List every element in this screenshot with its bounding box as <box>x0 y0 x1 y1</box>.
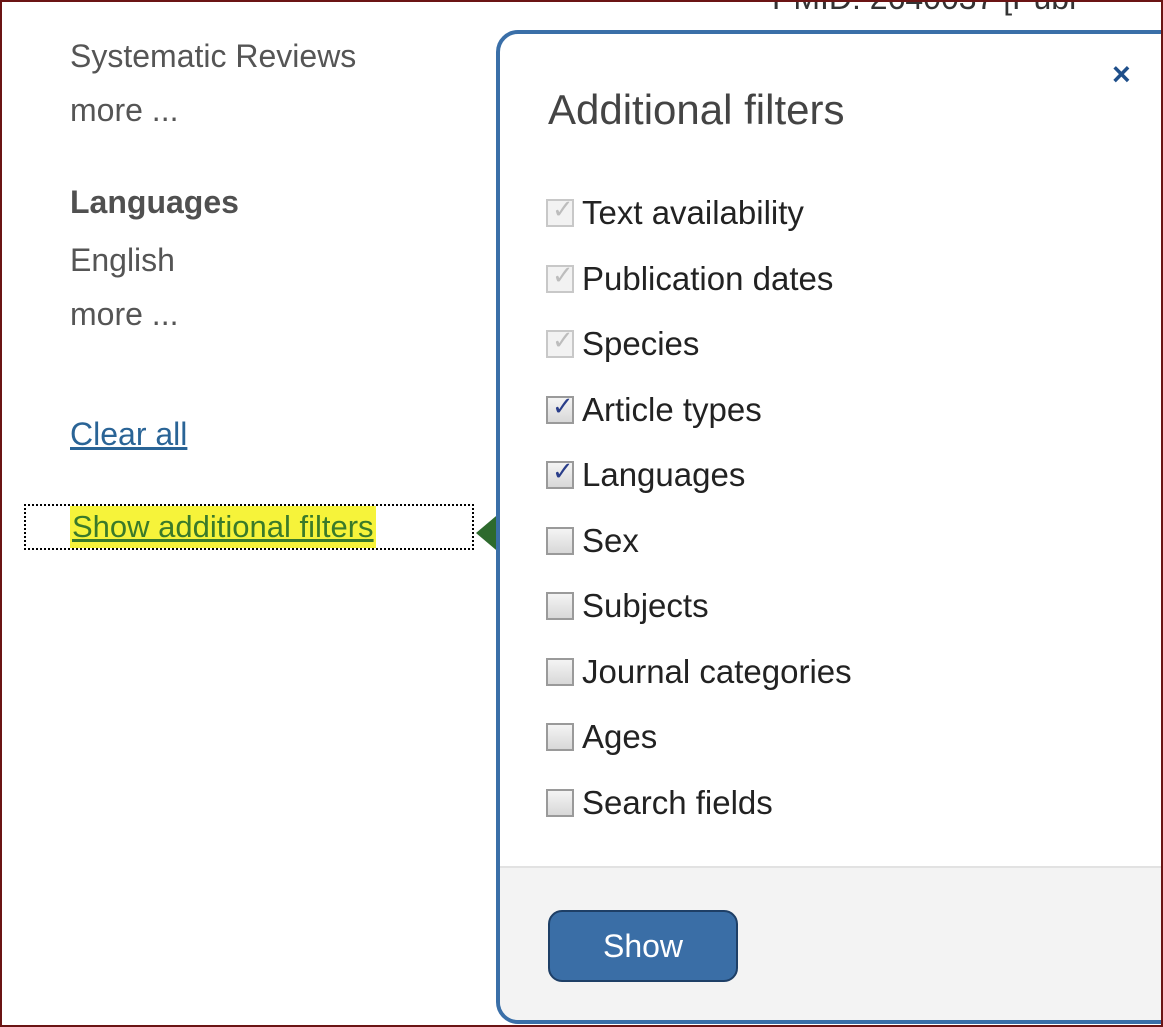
show-button[interactable]: Show <box>548 910 738 982</box>
filter-option-label: Languages <box>582 456 746 493</box>
more-link-languages[interactable]: more ... <box>70 298 178 330</box>
checkbox: ✓ <box>546 195 574 227</box>
clear-all-link[interactable]: Clear all <box>70 418 187 450</box>
show-additional-filters-link[interactable]: Show additional filters <box>70 506 376 548</box>
checkbox[interactable] <box>546 526 574 555</box>
more-link-article-types[interactable]: more ... <box>70 94 178 126</box>
checkbox[interactable] <box>546 657 574 686</box>
popup-footer: Show <box>500 866 1161 1020</box>
filter-option[interactable]: ✓ Species <box>546 324 699 364</box>
filter-option[interactable]: Search fields <box>546 783 773 823</box>
filter-option[interactable]: ✓ Publication dates <box>546 259 833 299</box>
checkbox[interactable] <box>546 723 574 751</box>
checkmark-icon: ✓ <box>552 195 574 225</box>
checkmark-icon: ✓ <box>552 457 574 487</box>
screenshot-frame: PMID: 2640037 [Publ Systematic Reviews m… <box>0 0 1163 1027</box>
languages-heading: Languages <box>70 184 239 220</box>
filter-option-label: Sex <box>582 521 639 559</box>
filter-option-label: Publication dates <box>582 259 834 297</box>
checkbox[interactable] <box>546 592 574 620</box>
checkbox[interactable]: ✓ <box>546 391 574 424</box>
filter-option-label: Subjects <box>582 587 709 624</box>
filter-option[interactable]: ✓ Languages <box>546 455 745 495</box>
checkbox[interactable]: ✓ <box>546 457 574 489</box>
filter-option[interactable]: Journal categories <box>546 652 852 692</box>
focus-outline: Show additional filters <box>24 504 474 550</box>
filter-option-label: Search fields <box>582 783 773 821</box>
checkmark-icon: ✓ <box>552 326 574 356</box>
close-icon[interactable]: × <box>1112 58 1131 90</box>
checkmark-icon: ✓ <box>552 260 574 291</box>
filter-option[interactable]: Ages <box>546 717 657 757</box>
checkbox: ✓ <box>546 260 574 293</box>
filter-systematic-reviews[interactable]: Systematic Reviews <box>70 40 356 72</box>
filter-option-label: Text availability <box>582 194 804 231</box>
popup-title: Additional filters <box>548 86 845 133</box>
checkbox: ✓ <box>546 326 574 358</box>
filter-option-label: Journal categories <box>582 652 852 690</box>
filter-english[interactable]: English <box>70 244 175 276</box>
filter-option-label: Article types <box>582 390 762 428</box>
filter-option[interactable]: ✓ Article types <box>546 390 762 430</box>
filter-option-label: Ages <box>582 718 658 755</box>
checkbox[interactable] <box>546 788 574 817</box>
filter-option-label: Species <box>582 325 700 362</box>
truncated-result-text: PMID: 2640037 [Publ <box>772 2 1076 17</box>
checkmark-icon: ✓ <box>552 391 574 422</box>
additional-filters-popup: × Additional filters ✓ Text availability ✓… <box>496 30 1161 1024</box>
filter-option[interactable]: Subjects <box>546 586 709 626</box>
filter-option[interactable]: ✓ Text availability <box>546 193 804 233</box>
filter-option[interactable]: Sex <box>546 521 639 561</box>
